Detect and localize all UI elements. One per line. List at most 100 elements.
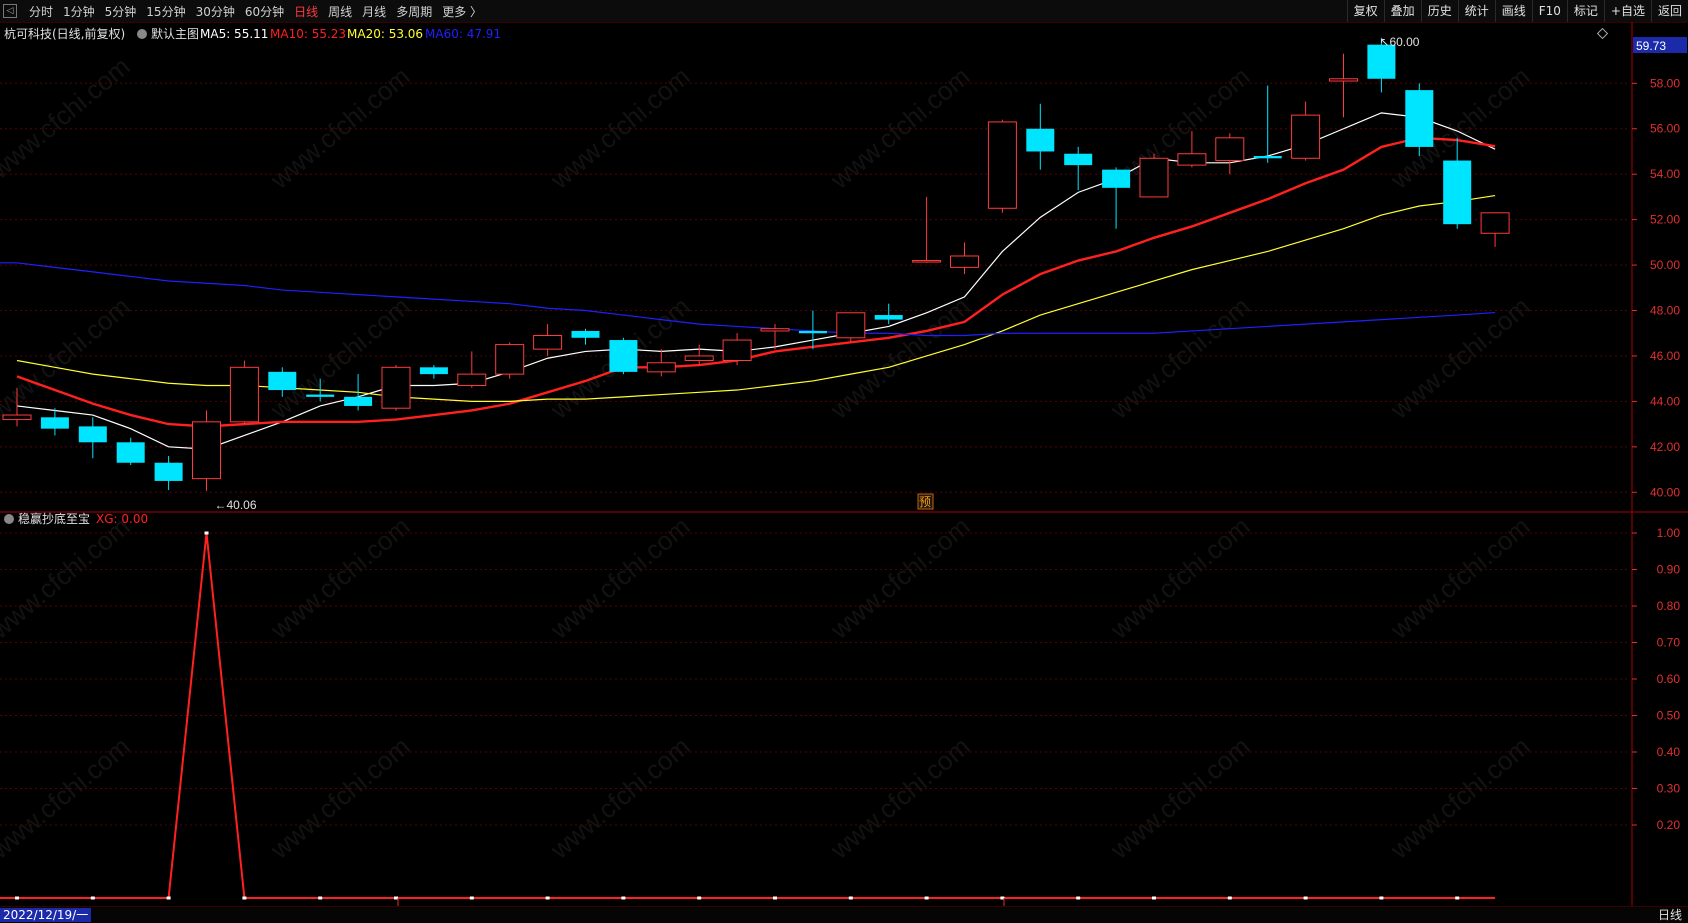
watermark-text: www.cfchi.com (544, 61, 696, 195)
ma-legend-3: MA60: 47.91 (425, 27, 501, 41)
candle-body (912, 260, 942, 263)
main-tick-label: 50.00 (1650, 258, 1680, 272)
xg-point (848, 896, 853, 900)
xg-point (924, 896, 929, 900)
candle-body (533, 335, 563, 350)
candle-body (154, 462, 183, 481)
watermark-text: www.cfchi.com (0, 291, 136, 425)
candle-body (1253, 156, 1282, 159)
xg-point (1455, 896, 1460, 900)
xg-point (1227, 896, 1232, 900)
candle-body (1215, 137, 1245, 162)
xg-point (621, 896, 626, 900)
candle (836, 312, 866, 343)
candle (1291, 101, 1321, 161)
high-annotation: ↖60.00 (1379, 35, 1419, 49)
candle-body (381, 366, 411, 409)
ind-tick-label: 0.70 (1657, 636, 1681, 650)
candle-body (1329, 78, 1358, 82)
main-tick-label: 56.00 (1650, 122, 1680, 136)
main-price-axis: 40.00 42.00 44.00 46.00 48.00 50.00 52.00 54.00… (1632, 37, 1687, 499)
ma-lines (0, 112, 1496, 450)
ma-legend-2: MA20: 53.06 (347, 27, 423, 41)
watermark-text: www.cfchi.com (1384, 731, 1536, 865)
template-chevron-icon (137, 29, 147, 39)
candle-body (1064, 153, 1093, 166)
marker-label: 预 (919, 495, 931, 509)
main-tick-label: 42.00 (1650, 440, 1680, 454)
candle (1026, 103, 1055, 170)
candle-body (836, 312, 866, 339)
main-tick-label: 54.00 (1650, 167, 1680, 181)
candle (154, 455, 183, 491)
ind-tick-label: 1.00 (1657, 526, 1681, 540)
watermark-text: www.cfchi.com (0, 51, 136, 185)
indicator-value: XG: 0.00 (96, 512, 148, 526)
watermark-text: www.cfchi.com (0, 731, 136, 865)
candle (457, 351, 487, 388)
candle-body (344, 396, 373, 406)
annotations: ←40.06 ↖60.00 预 (215, 35, 1420, 512)
ind-tick-label: 0.60 (1657, 672, 1681, 686)
candle-body (1291, 114, 1321, 159)
candle (381, 365, 411, 411)
candle-body (306, 394, 335, 397)
candle (1405, 83, 1434, 157)
candle (78, 417, 107, 459)
candle (874, 303, 903, 325)
current-price-label: 59.73 (1636, 39, 1666, 53)
xg-point (1303, 896, 1308, 900)
main-title: 杭可科技(日线,前复权) (4, 26, 125, 41)
candle-body (40, 417, 69, 429)
candle-body (1026, 128, 1055, 152)
xg-point (394, 896, 398, 900)
indicator-title: 稳赢抄底至宝 (18, 511, 90, 526)
diamond-icon (1596, 27, 1609, 40)
status-bar: 2022/12/19/一 日线 (0, 906, 1688, 923)
xg-point (15, 896, 19, 900)
candle (1329, 53, 1358, 118)
candle-body (229, 366, 259, 423)
candles (2, 37, 1510, 491)
xg-point (1152, 896, 1156, 900)
status-period: 日线 (1657, 908, 1682, 922)
main-tick-label: 52.00 (1650, 213, 1680, 227)
watermark-text: www.cfchi.com (1384, 291, 1536, 425)
watermark-text: www.cfchi.com (264, 731, 416, 865)
candle-body (760, 328, 790, 332)
watermark-text: www.cfchi.com (264, 61, 416, 195)
kline-chart[interactable]: www.cfchi.com www.cfchi.com www.cfchi.com w… (0, 0, 1688, 906)
candle (116, 437, 145, 466)
candle-body (1177, 153, 1207, 166)
candle-body (646, 362, 676, 373)
candle-body (1405, 90, 1434, 147)
legends: 杭可科技(日线,前复权) 默认主图 MA5: 55.11 MA10: 55.23 MA2… (4, 26, 1609, 526)
candle (912, 196, 942, 263)
ind-tick-label: 0.90 (1657, 563, 1681, 577)
xg-point (318, 896, 323, 900)
watermark-text: www.cfchi.com (0, 511, 136, 645)
candle-body (457, 373, 487, 386)
low-annotation: ←40.06 (215, 498, 257, 512)
main-tick-label: 46.00 (1650, 349, 1680, 363)
ind-tick-label: 0.30 (1657, 782, 1681, 796)
ind-tick-label: 0.20 (1657, 818, 1681, 832)
candle (1064, 146, 1093, 191)
status-date: 2022/12/19/一 (0, 908, 92, 922)
ind-tick-label: 0.50 (1657, 709, 1681, 723)
template-label: 默认主图 (151, 26, 199, 41)
watermark-text: www.cfchi.com (1104, 291, 1256, 425)
xg-point (1076, 896, 1081, 900)
ind-tick-label: 0.80 (1657, 599, 1681, 613)
xg-point (469, 896, 474, 900)
candle (571, 328, 600, 345)
xg-point (773, 896, 777, 900)
watermark-text: www.cfchi.com (1384, 511, 1536, 645)
candle (987, 119, 1017, 213)
candle (1480, 212, 1510, 247)
candle (684, 344, 714, 366)
watermark-text: www.cfchi.com (544, 731, 696, 865)
watermark-text: www.cfchi.com (824, 511, 976, 645)
xg-point (1379, 896, 1384, 900)
candle (950, 242, 979, 275)
